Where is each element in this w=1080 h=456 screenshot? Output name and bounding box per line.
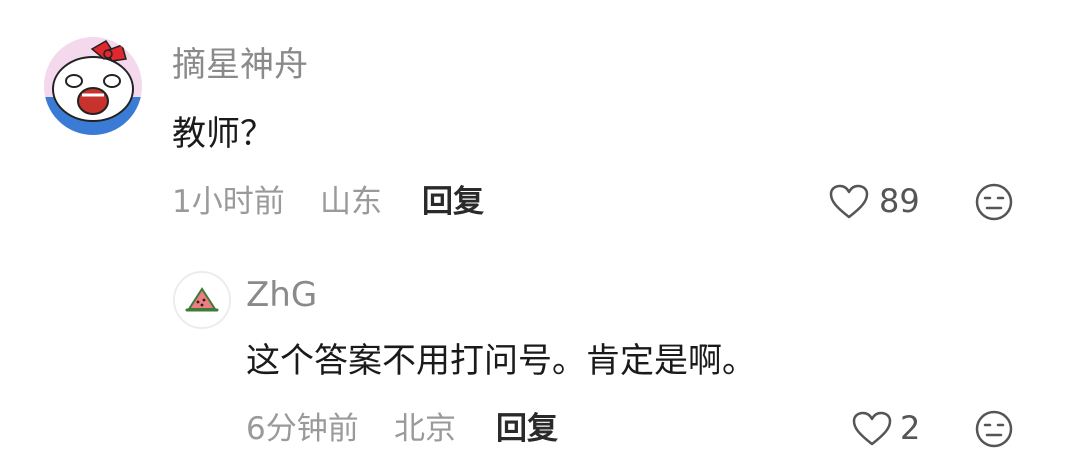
commenter-avatar[interactable] <box>44 37 142 135</box>
comment-location: 山东 <box>320 184 382 220</box>
reply-username[interactable]: ZhG <box>246 275 317 315</box>
reply-like-count: 2 <box>900 409 921 447</box>
comment-reply-button[interactable]: 回复 <box>422 183 484 221</box>
reply-text: 这个答案不用打问号。肯定是啊。 <box>246 341 756 381</box>
comment-time: 1小时前 <box>172 184 285 220</box>
comment-text: 教师？ <box>172 114 274 154</box>
heart-icon[interactable] <box>851 410 893 448</box>
reply-time: 6分钟前 <box>246 411 359 447</box>
heart-icon[interactable] <box>828 183 870 221</box>
reply-avatar[interactable] <box>173 271 231 329</box>
meh-face-icon[interactable] <box>974 182 1014 222</box>
comment-like-count: 89 <box>879 182 920 220</box>
meh-face-icon[interactable] <box>974 409 1014 449</box>
reply-location: 北京 <box>394 411 456 447</box>
reply-reply-button[interactable]: 回复 <box>496 410 558 448</box>
commenter-username[interactable]: 摘星神舟 <box>172 45 308 85</box>
